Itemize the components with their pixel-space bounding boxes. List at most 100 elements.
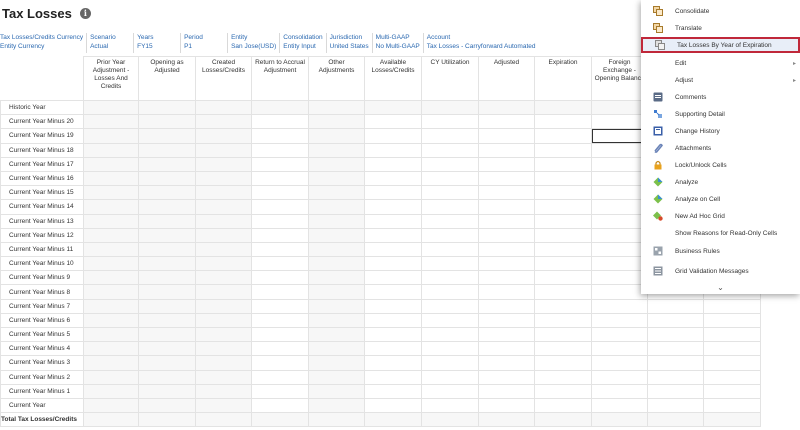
data-cell[interactable] [421,199,479,215]
data-cell[interactable] [251,369,309,385]
data-cell[interactable] [534,256,592,272]
data-cell[interactable] [421,142,479,158]
data-cell[interactable] [534,241,592,258]
menu-item-tax-losses-by-year-of-expiration[interactable]: Tax Losses By Year of Expiration [641,37,800,53]
data-cell[interactable] [478,114,535,130]
menu-item-consolidate[interactable]: Consolidate [641,3,800,19]
data-cell[interactable] [251,213,309,229]
data-cell[interactable] [647,369,704,385]
data-cell[interactable] [591,312,648,329]
data-cell[interactable] [478,270,535,286]
data-cell[interactable] [251,284,309,300]
data-cell[interactable] [251,397,309,414]
data-cell[interactable] [478,170,535,187]
menu-item-translate[interactable]: Translate [641,20,800,36]
data-cell[interactable] [364,114,422,130]
data-cell[interactable] [421,369,479,385]
data-cell[interactable] [591,326,648,343]
data-cell[interactable] [478,256,535,272]
data-cell[interactable] [478,227,535,243]
pov-entity[interactable]: Entity San Jose(USD) [231,33,281,53]
data-cell[interactable] [364,341,422,357]
data-cell[interactable] [421,341,479,357]
menu-item-supporting-detail[interactable]: Supporting Detail [641,106,800,122]
data-cell[interactable] [591,397,648,414]
data-cell[interactable] [421,185,479,201]
menu-item-adjust[interactable]: Adjust ▸ [641,72,800,88]
data-cell[interactable] [364,256,422,272]
info-icon[interactable]: i [79,7,91,19]
data-cell[interactable] [534,185,592,201]
data-cell[interactable] [478,341,535,357]
data-cell[interactable] [364,142,422,158]
data-cell[interactable] [534,284,592,300]
data-cell[interactable] [534,156,592,172]
pov-jurisdiction[interactable]: Jurisdiction United States [330,33,373,53]
data-cell[interactable] [478,185,535,201]
data-cell[interactable] [421,213,479,229]
pov-multi-gaap[interactable]: Multi-GAAP No Multi-GAAP [376,33,424,53]
data-cell[interactable] [534,128,592,144]
data-cell[interactable] [251,199,309,215]
data-cell[interactable] [534,397,592,414]
data-cell[interactable] [591,369,648,385]
data-cell[interactable] [478,383,535,399]
data-cell[interactable] [478,397,535,414]
data-cell[interactable] [421,284,479,300]
data-cell[interactable] [364,156,422,172]
data-cell[interactable] [591,156,648,172]
data-cell[interactable] [534,199,592,215]
menu-item-edit[interactable]: Edit ▸ [641,55,800,71]
data-cell[interactable] [478,156,535,172]
data-cell[interactable] [251,256,309,272]
data-cell[interactable] [251,270,309,286]
data-cell[interactable] [421,114,479,130]
data-cell[interactable] [478,369,535,385]
data-cell[interactable] [591,355,648,371]
data-cell[interactable] [421,227,479,243]
data-cell[interactable] [364,199,422,215]
data-cell[interactable] [251,156,309,172]
data-cell[interactable] [251,312,309,329]
data-cell[interactable] [421,241,479,258]
data-cell[interactable] [534,298,592,314]
data-cell[interactable] [251,355,309,371]
data-cell[interactable] [647,397,704,414]
data-cell[interactable] [251,142,309,158]
menu-item-lock-unlock-cells[interactable]: Lock/Unlock Cells [641,157,800,173]
menu-item-change-history[interactable]: Change History [641,123,800,139]
data-cell[interactable] [421,256,479,272]
data-cell[interactable] [364,213,422,229]
data-cell[interactable] [364,298,422,314]
data-cell[interactable] [647,383,704,399]
menu-item-attachments[interactable]: Attachments [641,140,800,156]
data-cell[interactable] [703,326,761,343]
data-cell[interactable] [591,284,648,300]
data-cell[interactable] [591,170,648,187]
data-cell[interactable] [421,156,479,172]
pov-account[interactable]: Account Tax Losses - Carryforward Automa… [427,33,539,53]
data-cell[interactable] [478,213,535,229]
data-cell[interactable] [591,199,648,215]
data-cell[interactable] [534,170,592,187]
data-cell[interactable] [364,355,422,371]
menu-item-business-rules[interactable]: Business Rules [641,243,800,259]
data-cell[interactable] [703,355,761,371]
data-cell[interactable] [478,284,535,300]
data-cell[interactable] [251,128,309,144]
data-cell[interactable] [251,326,309,343]
data-cell[interactable] [364,241,422,258]
data-cell[interactable] [647,312,704,329]
data-cell[interactable] [421,170,479,187]
data-cell[interactable] [534,270,592,286]
data-cell[interactable] [364,312,422,329]
data-cell[interactable] [478,312,535,329]
data-cell[interactable] [364,128,422,144]
data-cell[interactable] [364,369,422,385]
data-cell[interactable] [703,312,761,329]
data-cell[interactable] [478,128,535,144]
data-cell[interactable] [591,341,648,357]
menu-item-analyze[interactable]: Analyze [641,174,800,190]
data-cell[interactable] [591,185,648,201]
data-cell[interactable] [534,213,592,229]
